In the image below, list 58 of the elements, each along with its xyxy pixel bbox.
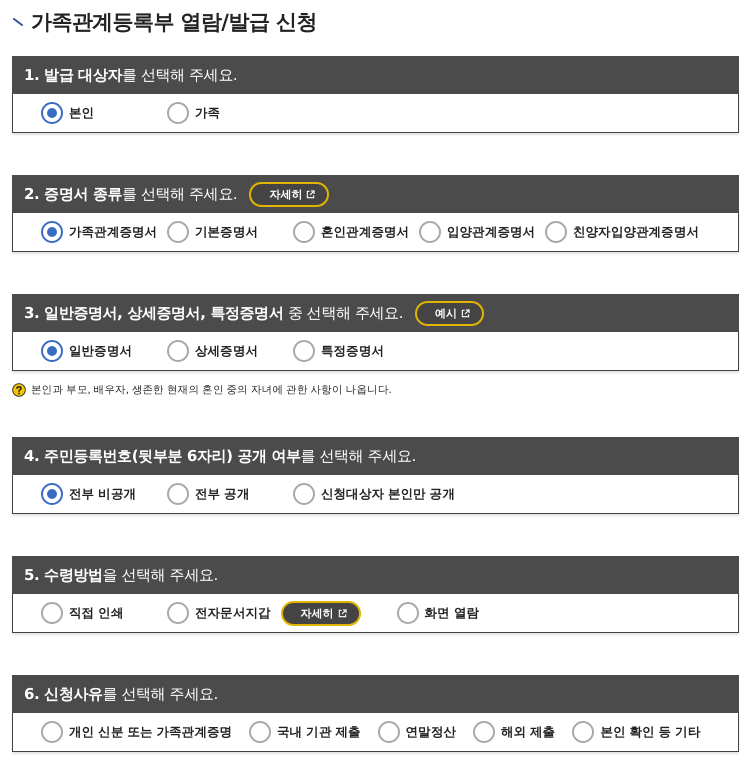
section-heading: 3. 일반증명서, 상세증명서, 특정증명서 중 선택해 주세요.: [24, 304, 404, 322]
radio-icon[interactable]: [41, 340, 63, 362]
section-heading: 5. 수령방법을 선택해 주세요.: [24, 566, 218, 584]
radio-icon[interactable]: [167, 221, 189, 243]
radio-icon[interactable]: [167, 602, 189, 624]
section-heading: 6. 신청사유를 선택해 주세요.: [24, 684, 218, 704]
radio-icon[interactable]: [545, 221, 567, 243]
section-heading: 4. 주민등록번호(뒷부분 6자리) 공개 여부를 선택해 주세요.: [24, 446, 416, 466]
radio-icon[interactable]: [419, 221, 441, 243]
radio-icon[interactable]: [41, 483, 63, 505]
radio-option[interactable]: 본인 확인 등 기타: [572, 721, 700, 743]
radio-icon[interactable]: [293, 340, 315, 362]
radio-icon[interactable]: [249, 721, 272, 743]
radio-option[interactable]: 화면 열람: [396, 602, 479, 624]
help-note: 본인과 부모, 배우자, 생존한 현재의 혼인 중의 자녀에 관한 사항이 나옵니다.: [31, 383, 392, 397]
details-button[interactable]: 자세히: [249, 182, 330, 206]
radio-icon[interactable]: [396, 602, 419, 624]
radio-option[interactable]: 개인 신분 또는 가족관계증명: [41, 721, 232, 743]
radio-option[interactable]: 전부 비공개: [41, 483, 136, 505]
radio-icon[interactable]: [41, 602, 63, 624]
page-title: 가족관계등록부 열람/발급 신청: [31, 9, 317, 36]
radio-icon[interactable]: [167, 340, 189, 362]
radio-option[interactable]: 전자문서지갑: [167, 602, 271, 624]
external-link-icon: [461, 308, 470, 318]
radio-option[interactable]: 일반증명서: [41, 340, 132, 362]
radio-option[interactable]: 입양관계증명서: [419, 221, 536, 243]
radio-option[interactable]: 본인: [41, 102, 94, 124]
help-icon: [12, 383, 26, 397]
radio-option[interactable]: 상세증명서: [167, 340, 258, 362]
radio-icon[interactable]: [293, 483, 315, 505]
radio-option[interactable]: 가족관계증명서: [41, 221, 158, 243]
external-link-icon: [306, 190, 316, 198]
radio-option[interactable]: 직접 인쇄: [41, 602, 124, 624]
radio-icon[interactable]: [167, 102, 189, 124]
external-link-icon: [338, 608, 347, 618]
radio-option[interactable]: 전부 공개: [167, 483, 250, 505]
section-heading: 1. 발급 대상자를 선택해 주세요.: [24, 66, 238, 84]
radio-icon[interactable]: [41, 221, 63, 243]
section-heading: 2. 증명서 종류를 선택해 주세요.: [24, 184, 238, 204]
radio-option[interactable]: 신청대상자 본인만 공개: [293, 483, 455, 505]
diagonal-mark-icon: [13, 18, 23, 26]
radio-option[interactable]: 특정증명서: [293, 340, 384, 362]
radio-option[interactable]: 기본증명서: [167, 221, 258, 243]
radio-icon[interactable]: [472, 721, 495, 743]
radio-option[interactable]: 혼인관계증명서: [293, 221, 410, 243]
radio-icon[interactable]: [41, 721, 63, 743]
radio-icon[interactable]: [293, 221, 315, 243]
details-button[interactable]: 자세히: [280, 600, 361, 626]
radio-icon[interactable]: [378, 721, 400, 743]
radio-icon[interactable]: [167, 483, 189, 505]
radio-option[interactable]: 가족: [167, 102, 220, 124]
radio-icon[interactable]: [41, 102, 63, 124]
radio-icon[interactable]: [572, 721, 594, 743]
radio-option[interactable]: 연말정산: [378, 721, 456, 743]
radio-option[interactable]: 친양자입양관계증명서: [545, 221, 700, 243]
radio-option[interactable]: 해외 제출: [472, 721, 556, 743]
radio-option[interactable]: 국내 기관 제출: [249, 721, 361, 743]
details-button[interactable]: 예시: [415, 300, 484, 326]
